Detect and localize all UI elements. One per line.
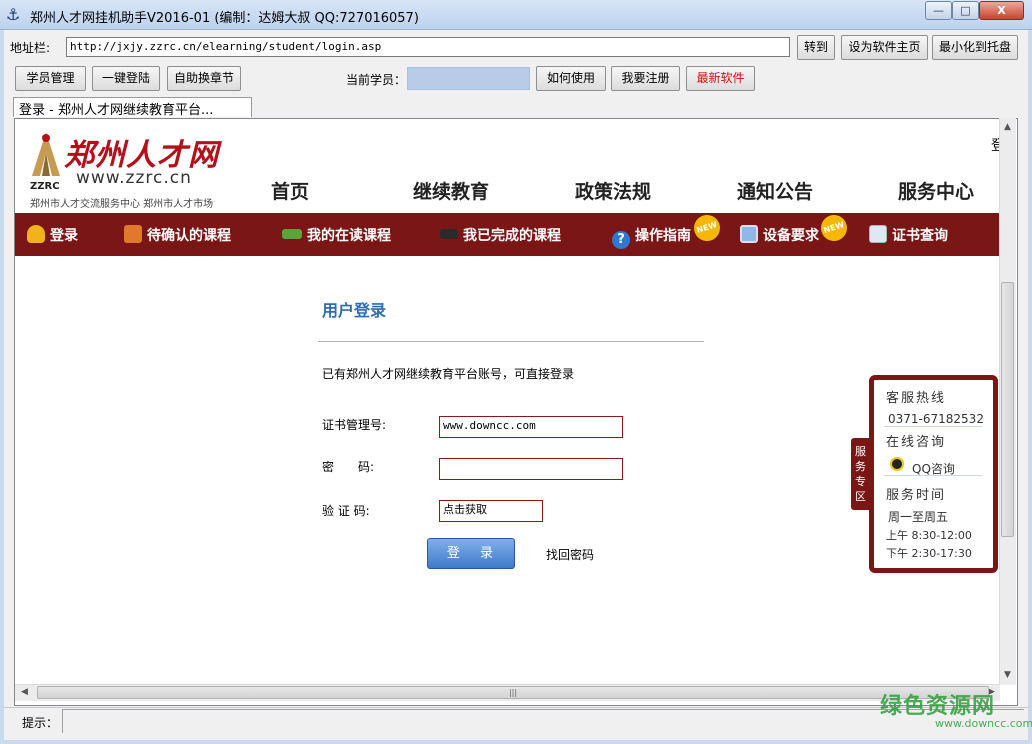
browser-tab[interactable]: 登录 - 郑州人才网继续教育平台... bbox=[13, 97, 252, 117]
divider bbox=[884, 426, 982, 427]
one-click-login-button[interactable]: 一键登陆 bbox=[92, 66, 160, 91]
nav-notice[interactable]: 通知公告 bbox=[737, 177, 813, 204]
window-title: 郑州人才网挂机助手V2016-01 (编制：达姆大叔 QQ:727016057) bbox=[30, 11, 419, 26]
cert-number-input[interactable]: www.downcc.com bbox=[439, 416, 623, 438]
minimize-button[interactable]: — bbox=[925, 1, 952, 20]
vertical-scroll-thumb[interactable] bbox=[1001, 282, 1014, 537]
scroll-down-icon[interactable]: ▼ bbox=[999, 667, 1016, 684]
qq-icon bbox=[890, 457, 904, 471]
service-hours-pm: 下午 2:30-17:30 bbox=[886, 547, 972, 560]
subnav-device-requirements[interactable]: 设备要求 bbox=[740, 225, 819, 245]
question-icon: ? bbox=[612, 231, 630, 249]
current-student-field[interactable] bbox=[407, 67, 530, 90]
student-management-button[interactable]: 学员管理 bbox=[15, 66, 86, 91]
subnav-completed-courses[interactable]: 我已完成的课程 bbox=[440, 225, 561, 245]
login-description: 已有郑州人才网继续教育平台账号，可直接登录 bbox=[322, 367, 575, 381]
current-student-label: 当前学员： bbox=[346, 73, 407, 87]
subnav-pending-label: 待确认的课程 bbox=[147, 228, 231, 244]
subnav-pending-courses[interactable]: 待确认的课程 bbox=[124, 225, 231, 245]
hotline-title: 客服热线 bbox=[886, 391, 947, 406]
service-days: 周一至周五 bbox=[888, 510, 949, 524]
captcha-input[interactable]: 点击获取 bbox=[439, 500, 543, 522]
nav-home[interactable]: 首页 bbox=[271, 177, 309, 204]
subnav-login-label: 登录 bbox=[50, 228, 78, 244]
subnav-completed-label: 我已完成的课程 bbox=[463, 228, 561, 244]
service-zone-tab[interactable]: 服务专区 bbox=[851, 438, 870, 510]
site-logo-abbr: ZZRC bbox=[30, 181, 60, 192]
close-button[interactable]: X bbox=[979, 1, 1024, 20]
service-hours-title: 服务时间 bbox=[886, 488, 947, 503]
go-button[interactable]: 转到 bbox=[797, 35, 835, 60]
box-icon bbox=[124, 225, 142, 243]
subnav-device-label: 设备要求 bbox=[763, 228, 819, 244]
cert-number-label: 证书管理号: bbox=[322, 418, 387, 432]
user-icon bbox=[27, 225, 45, 243]
subnav-guide-label: 操作指南 bbox=[635, 228, 691, 244]
divider bbox=[884, 475, 982, 476]
watermark-text: 绿色资源网 bbox=[880, 694, 996, 719]
subnav-certificate-query[interactable]: 证书查询 bbox=[869, 225, 948, 245]
site-logo-url: www.zzrc.cn bbox=[76, 168, 192, 188]
hotline-number: 0371-67182532 bbox=[888, 412, 984, 426]
subnav-login[interactable]: 登录 bbox=[27, 225, 78, 245]
subnav-current-label: 我的在读课程 bbox=[307, 228, 391, 244]
auto-chapter-button[interactable]: 自助换章节 bbox=[167, 66, 241, 91]
subnav-certificate-label: 证书查询 bbox=[892, 228, 948, 244]
register-button[interactable]: 我要注册 bbox=[611, 66, 680, 91]
maximize-button[interactable]: □ bbox=[952, 1, 979, 20]
service-hours-am: 上午 8:30-12:00 bbox=[886, 529, 972, 542]
graduation-cap-icon bbox=[440, 229, 458, 239]
certificate-icon bbox=[869, 225, 887, 243]
online-consult-title: 在线咨询 bbox=[886, 435, 947, 450]
how-to-use-button[interactable]: 如何使用 bbox=[536, 66, 606, 91]
minimize-to-tray-button[interactable]: 最小化到托盘 bbox=[932, 35, 1018, 60]
address-label: 地址栏: bbox=[10, 41, 51, 55]
logo-emblem-icon bbox=[32, 132, 60, 176]
nav-policy[interactable]: 政策法规 bbox=[575, 177, 651, 204]
newest-software-button[interactable]: 最新软件 bbox=[686, 66, 755, 91]
watermark-url: www.downcc.com bbox=[935, 717, 1032, 730]
horizontal-scroll-thumb[interactable]: ||| bbox=[37, 686, 989, 699]
captcha-label: 验 证 码: bbox=[322, 504, 370, 518]
divider bbox=[318, 341, 704, 342]
set-home-button[interactable]: 设为软件主页 bbox=[841, 35, 928, 60]
status-label: 提示： bbox=[22, 716, 59, 730]
nav-service-center[interactable]: 服务中心 bbox=[898, 177, 974, 204]
nav-continuing-education[interactable]: 继续教育 bbox=[413, 177, 489, 204]
login-submit-button[interactable]: 登 录 bbox=[427, 538, 515, 569]
password-label: 密 码: bbox=[322, 460, 375, 474]
shoe-icon bbox=[282, 229, 302, 239]
login-title: 用户登录 bbox=[322, 301, 387, 320]
subnav-current-courses[interactable]: 我的在读课程 bbox=[282, 225, 391, 245]
address-input[interactable]: http://jxjy.zzrc.cn/elearning/student/lo… bbox=[66, 37, 790, 57]
monitor-icon bbox=[740, 225, 758, 243]
subnav-guide[interactable]: ? 操作指南 bbox=[612, 225, 691, 249]
password-input[interactable] bbox=[439, 458, 623, 480]
scroll-left-icon[interactable]: ◀ bbox=[16, 684, 33, 701]
scroll-up-icon[interactable]: ▲ bbox=[999, 119, 1016, 136]
site-logo-subtitle: 郑州市人才交流服务中心 郑州市人才市场 bbox=[30, 199, 214, 210]
forgot-password-link[interactable]: 找回密码 bbox=[546, 546, 594, 563]
anchor-icon: ⚓ bbox=[6, 5, 21, 24]
